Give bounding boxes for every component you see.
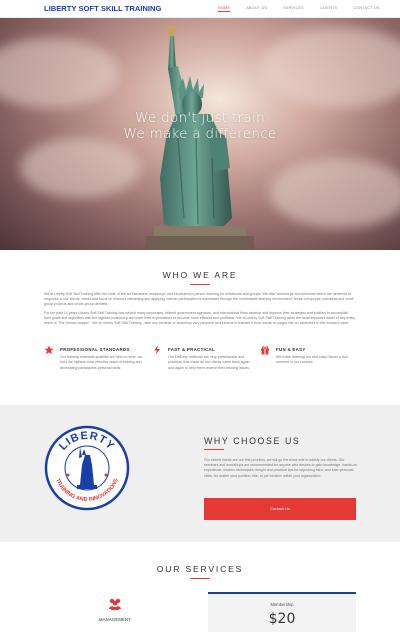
why-choose-us-title: WHY CHOOSE US xyxy=(204,436,301,446)
service-management-label: MANAGEMENT xyxy=(98,617,131,622)
price-label: Membership xyxy=(270,602,294,607)
who-we-are-title: WHO WE ARE xyxy=(162,270,238,280)
hero-headline-line1: We don't just train xyxy=(135,110,265,126)
liberty-logo: LIBERTY TRAINING AND INNOVATIONS xyxy=(44,425,130,511)
title-divider xyxy=(204,449,224,450)
our-services-title: OUR SERVICES xyxy=(156,564,244,574)
who-we-are-paragraph-1: We at Liberty Soft Skill Training offer … xyxy=(44,292,354,307)
contact-us-button[interactable]: Contact Us xyxy=(204,498,356,520)
membership-price-card[interactable]: Membership $20 xyxy=(208,592,356,632)
feature-text: We make learning fun and easy! Never a d… xyxy=(276,355,348,365)
who-we-are-paragraph-2: For the past 14 years Liberty Soft Skill… xyxy=(44,311,355,326)
feature-title: FAST & PRACTICAL xyxy=(168,347,215,352)
title-divider xyxy=(190,284,210,285)
feature-text: Our training materials qualities are nex… xyxy=(60,355,143,370)
brand-logo-text[interactable]: LIBERTY SOFT SKILL TRAINING xyxy=(44,4,161,13)
title-divider xyxy=(190,578,210,579)
why-choose-us-text: Our clients needs are our first prioriti… xyxy=(204,458,357,478)
nav-item-home[interactable]: HOME xyxy=(218,6,231,12)
gift-icon xyxy=(261,346,269,355)
feature-text: Our Delivery methods are very profession… xyxy=(168,355,251,370)
lightning-icon xyxy=(154,345,160,355)
hero-headline-line2: We make a difference xyxy=(123,126,277,142)
nav-item-clients[interactable]: CLIENTS xyxy=(320,6,337,12)
feature-title: PROFESSIONAL STANDARDS xyxy=(60,347,130,352)
nav-item-contact-us[interactable]: CONTACT US xyxy=(353,6,379,12)
why-choose-us-section: LIBERTY TRAINING AND INNOVATIONS WHY CHO… xyxy=(0,405,400,542)
feature-title: FUN & EASY xyxy=(276,347,306,352)
people-icon xyxy=(109,598,121,610)
nav-item-services[interactable]: SERVICES xyxy=(283,6,304,12)
star-icon xyxy=(44,345,54,355)
main-nav: HOME ABOUT US SERVICES CLIENTS CONTACT U… xyxy=(218,6,396,12)
hero-banner: We don't just train We make a difference xyxy=(0,18,400,250)
nav-item-about-us[interactable]: ABOUT US xyxy=(246,6,267,12)
top-navbar: LIBERTY SOFT SKILL TRAINING HOME ABOUT U… xyxy=(0,0,400,18)
